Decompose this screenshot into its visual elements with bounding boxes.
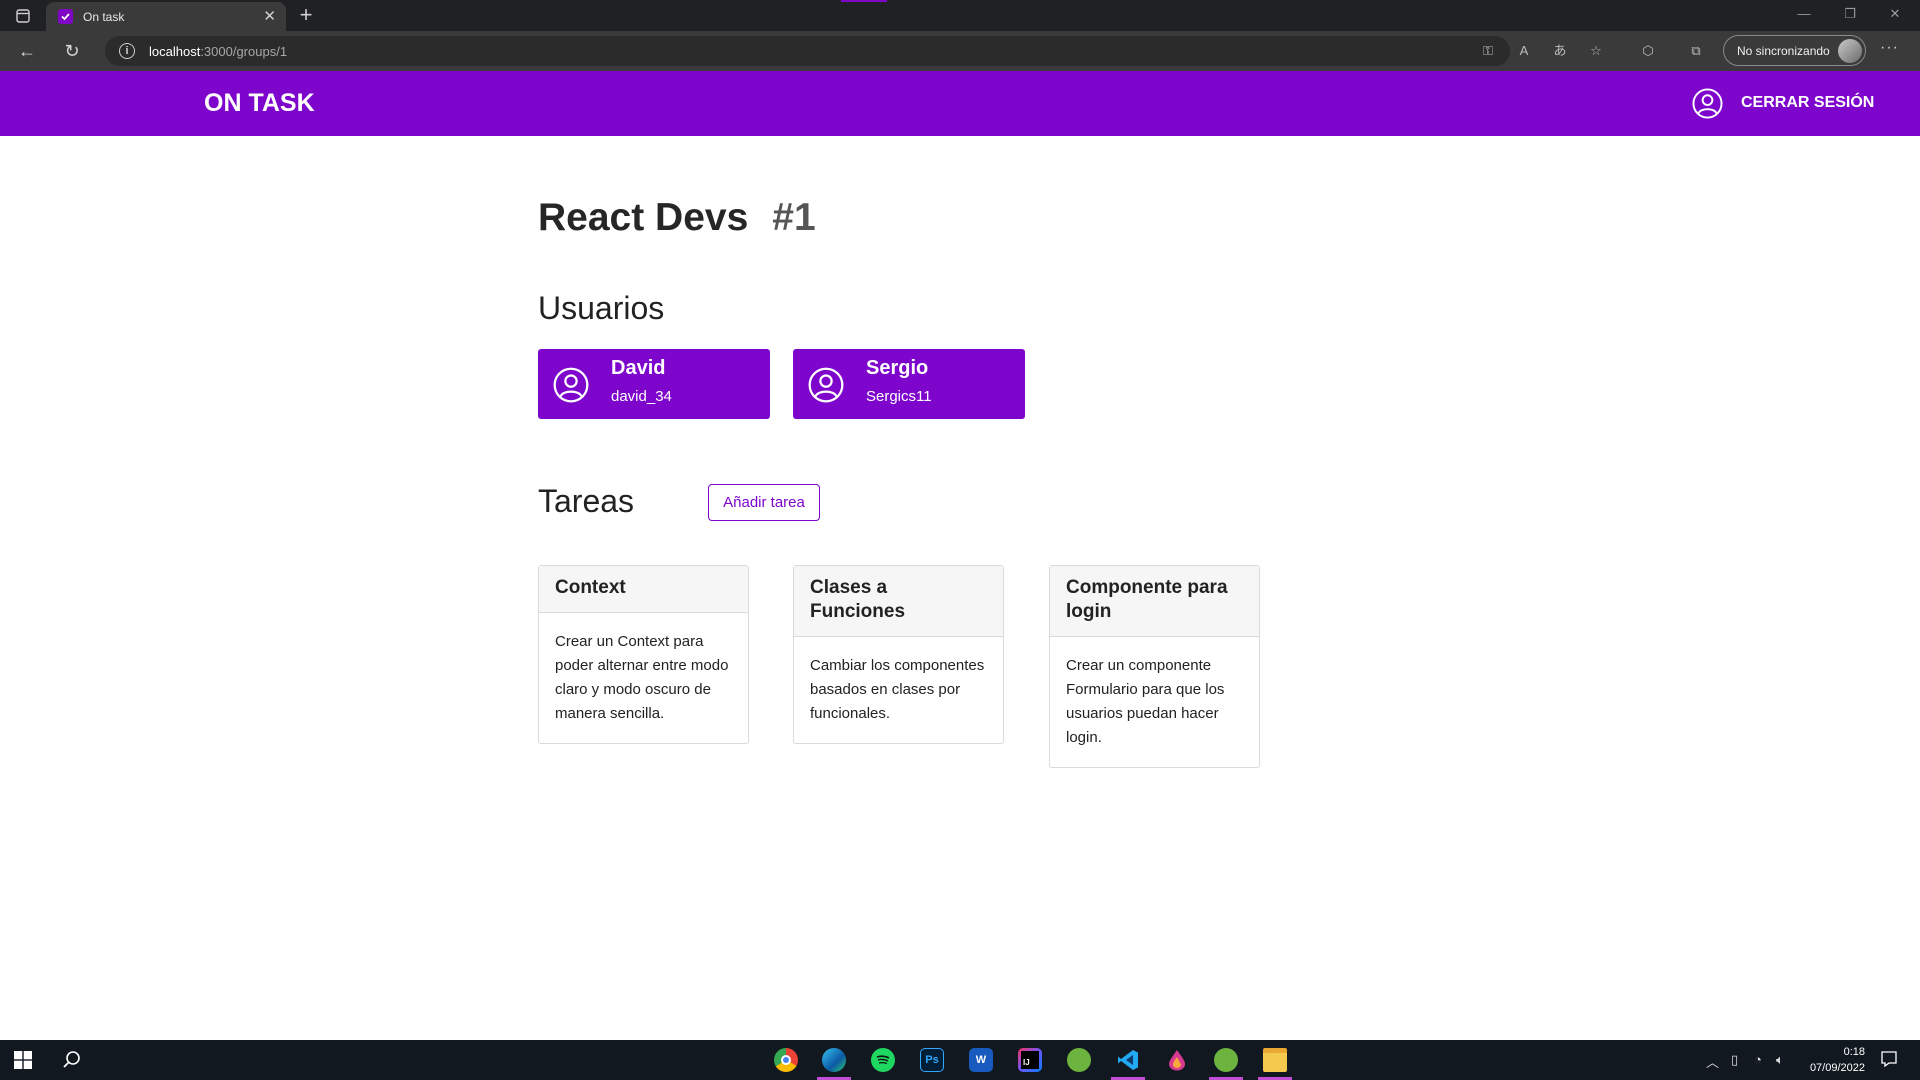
users-section-title: Usuarios [538, 290, 665, 326]
vscode-icon[interactable] [1116, 1048, 1140, 1072]
favorites-star-icon[interactable]: ☆ [1586, 41, 1606, 61]
wifi-icon[interactable]: ◔ [1754, 1052, 1762, 1067]
user-circle-icon [1692, 87, 1723, 119]
task-title: Clases a Funciones [794, 566, 1003, 637]
task-description: Crear un Context para poder alternar ent… [555, 633, 729, 722]
add-task-button[interactable]: Añadir tarea [708, 484, 820, 521]
logout-button[interactable]: CERRAR SESIÓN [1692, 87, 1874, 119]
read-aloud-icon[interactable]: A [1514, 41, 1534, 61]
file-explorer-icon[interactable] [1263, 1048, 1287, 1072]
tab-close-icon[interactable]: ✕ [263, 9, 276, 24]
volume-icon[interactable]: 🔈︎ [1776, 1052, 1784, 1068]
windows-start-icon[interactable] [14, 1051, 32, 1069]
task-description: Crear un componente Formulario para que … [1066, 657, 1225, 746]
new-tab-icon[interactable]: + [294, 4, 318, 28]
page-title: React Devs #1 [538, 196, 816, 240]
task-title: Componente para login [1050, 566, 1259, 637]
profile-sync-label: No sincronizando [1737, 43, 1830, 58]
battery-icon[interactable]: ▯ [1731, 1052, 1738, 1068]
spring-icon[interactable] [1067, 1048, 1091, 1072]
app-header: ON TASK CERRAR SESIÓN [0, 71, 1920, 136]
url-host: localhost [149, 43, 201, 59]
extensions-icon[interactable]: ⬡ [1638, 41, 1658, 61]
url-path: :3000/groups/1 [200, 43, 288, 59]
drop-icon[interactable] [1165, 1048, 1189, 1072]
edge-icon[interactable] [822, 1048, 846, 1072]
user-card[interactable]: Sergio Sergics11 [793, 349, 1025, 419]
window-close-icon[interactable]: ✕ [1885, 6, 1905, 24]
spotify-icon[interactable] [871, 1048, 895, 1072]
back-arrow-icon[interactable]: ← [15, 40, 39, 62]
user-circle-icon [808, 367, 844, 403]
browser-tab-bar: On task ✕ + — ❐ ✕ [0, 0, 1920, 31]
user-name: Sergio [866, 357, 929, 379]
window-accent-line [841, 0, 887, 2]
user-name: David [611, 357, 666, 379]
key-icon[interactable]: ⚿ [1478, 41, 1498, 61]
tab-title: On task [83, 9, 125, 24]
user-card[interactable]: David david_34 [538, 349, 770, 419]
translate-icon[interactable]: あ [1550, 41, 1570, 61]
os-taskbar: Ps W IJ ︿ ▯ ◔ 🔈︎ 0:18 07/09/2022 [0, 1040, 1920, 1080]
task-card[interactable]: Componente para login Crear un component… [1049, 565, 1260, 768]
group-id: #1 [772, 196, 816, 239]
reload-icon[interactable]: ↻ [60, 40, 84, 62]
minimize-icon[interactable]: — [1794, 6, 1814, 24]
task-card[interactable]: Context Crear un Context para poder alte… [538, 565, 749, 744]
tasks-section-title: Tareas [538, 483, 635, 519]
user-circle-icon [553, 367, 589, 403]
brand-logo[interactable]: ON TASK [204, 89, 315, 118]
profile-avatar [1838, 39, 1862, 63]
chrome-icon[interactable] [774, 1048, 798, 1072]
checkmark-favicon-icon [58, 9, 73, 24]
site-info-icon[interactable]: i [119, 43, 135, 59]
task-card[interactable]: Clases a Funciones Cambiar los component… [793, 565, 1004, 744]
notifications-icon[interactable] [1880, 1050, 1898, 1068]
clock-date: 07/09/2022 [1809, 1062, 1865, 1074]
user-handle: david_34 [611, 388, 672, 405]
collections-icon[interactable]: ⧉ [1686, 41, 1706, 61]
more-options-icon[interactable]: ··· [1880, 39, 1899, 57]
spring-icon[interactable] [1214, 1048, 1238, 1072]
tray-chevron-up-icon[interactable]: ︿ [1706, 1052, 1719, 1071]
group-name: React Devs [538, 196, 749, 239]
word-icon[interactable]: W [969, 1048, 993, 1072]
system-clock[interactable]: 0:18 07/09/2022 [1795, 1044, 1865, 1076]
tab-actions-icon[interactable] [12, 6, 34, 26]
search-icon[interactable] [62, 1050, 82, 1070]
logout-label: CERRAR SESIÓN [1741, 94, 1875, 111]
browser-address-bar: ← ↻ i localhost:3000/groups/1 ⚿ A あ ☆ ⬡ … [0, 31, 1920, 71]
photoshop-icon[interactable]: Ps [920, 1048, 944, 1072]
user-handle: Sergics11 [866, 388, 932, 405]
restore-icon[interactable]: ❐ [1840, 6, 1860, 24]
clock-time: 0:18 [1843, 1046, 1865, 1058]
intellij-icon[interactable]: IJ [1018, 1048, 1042, 1072]
task-description: Cambiar los componentes basados en clase… [810, 657, 985, 722]
task-title: Context [539, 566, 748, 613]
browser-tab-active[interactable]: On task ✕ [46, 2, 286, 31]
profile-button[interactable]: No sincronizando [1723, 35, 1866, 66]
url-field[interactable]: i localhost:3000/groups/1 [105, 36, 1510, 66]
